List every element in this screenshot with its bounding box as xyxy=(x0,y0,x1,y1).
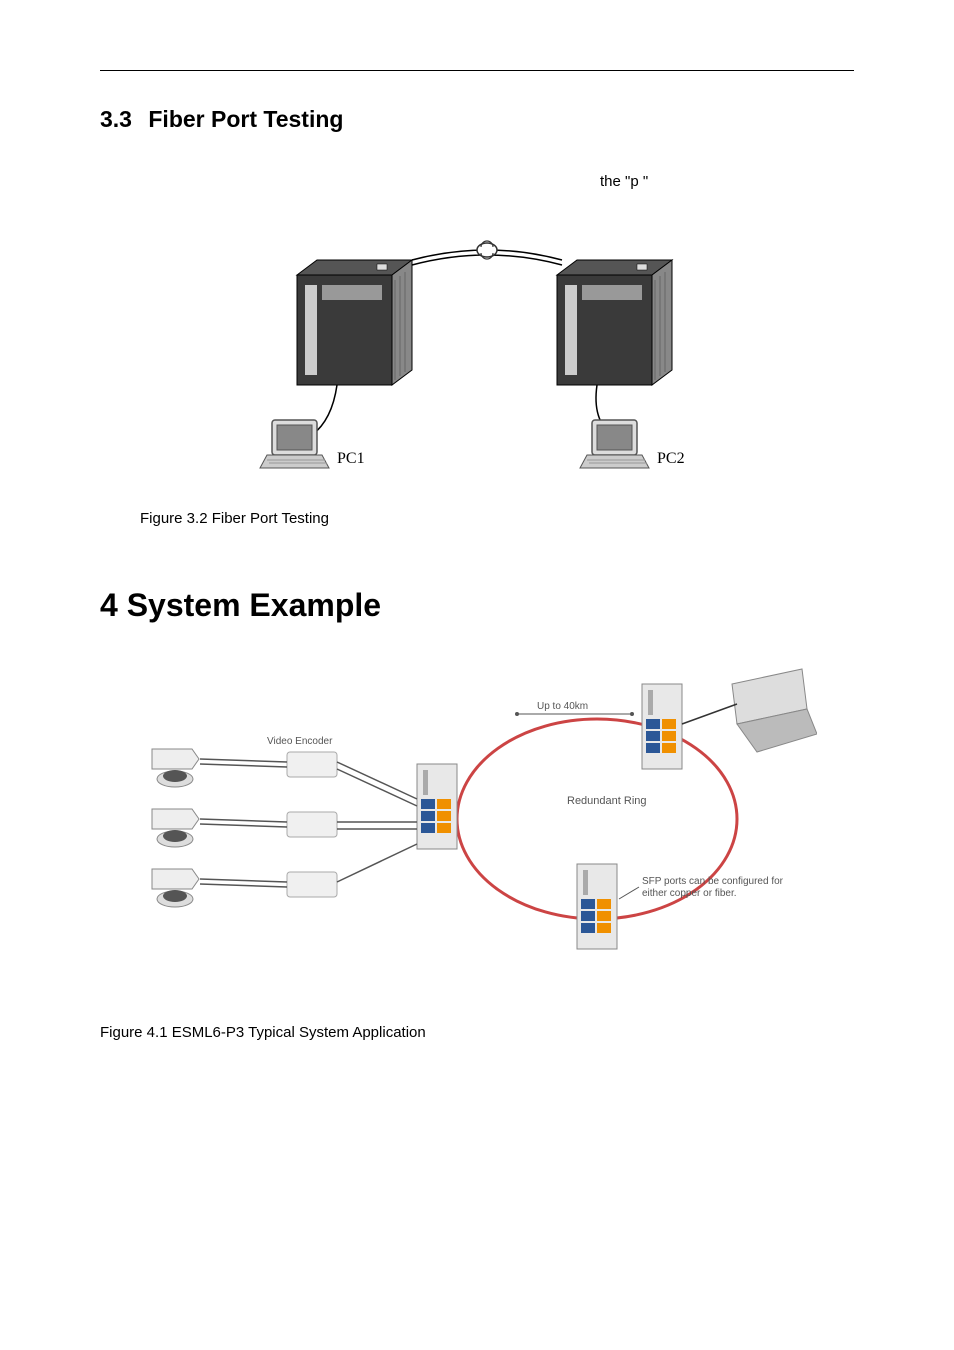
figure-4-1: Redundant Ring Up to 40km xyxy=(100,654,854,974)
system-application-diagram: Redundant Ring Up to 40km xyxy=(137,654,817,974)
fiber-port-testing-diagram: PC1 PC2 xyxy=(217,220,757,490)
industrial-switch-left-icon xyxy=(297,260,412,385)
redundant-ring-label: Redundant Ring xyxy=(567,795,647,807)
video-encoder-label: Video Encoder xyxy=(267,736,333,747)
encoder-2-icon xyxy=(287,812,337,837)
camera-3-icon xyxy=(152,869,199,907)
body-text-fragment: the "p " xyxy=(600,173,854,190)
section-number: 3.3 xyxy=(100,106,132,132)
chapter-number: 4 xyxy=(100,587,118,623)
pc2-icon xyxy=(580,420,649,468)
pc1-icon xyxy=(260,420,329,468)
section-heading-3-3: 3.3 Fiber Port Testing xyxy=(100,106,854,133)
camera-1-icon xyxy=(152,749,199,787)
camera-2-icon xyxy=(152,809,199,847)
chapter-title: System Example xyxy=(127,587,381,623)
switch-bottom-icon xyxy=(577,864,617,949)
laptop-icon xyxy=(732,669,817,752)
distance-label: Up to 40km xyxy=(537,701,588,712)
header-rule xyxy=(100,70,854,71)
figure-3-2-caption: Figure 3.2 Fiber Port Testing xyxy=(140,510,854,527)
figure-3-2: PC1 PC2 xyxy=(100,220,854,490)
switch-left-icon xyxy=(417,764,457,849)
sfp-note-line2: either copper or fiber. xyxy=(642,888,737,899)
sfp-note-line1: SFP ports can be configured for xyxy=(642,876,784,887)
switch-top-right-icon xyxy=(642,684,682,769)
pc2-label: PC2 xyxy=(657,450,685,467)
figure-4-1-caption: Figure 4.1 ESML6-P3 Typical System Appli… xyxy=(100,1024,854,1041)
encoder-1-icon xyxy=(287,752,337,777)
encoder-3-icon xyxy=(287,872,337,897)
chapter-heading-4: 4 System Example xyxy=(100,587,854,624)
industrial-switch-right-icon xyxy=(557,260,672,385)
pc1-label: PC1 xyxy=(337,450,365,467)
section-title: Fiber Port Testing xyxy=(148,106,343,132)
